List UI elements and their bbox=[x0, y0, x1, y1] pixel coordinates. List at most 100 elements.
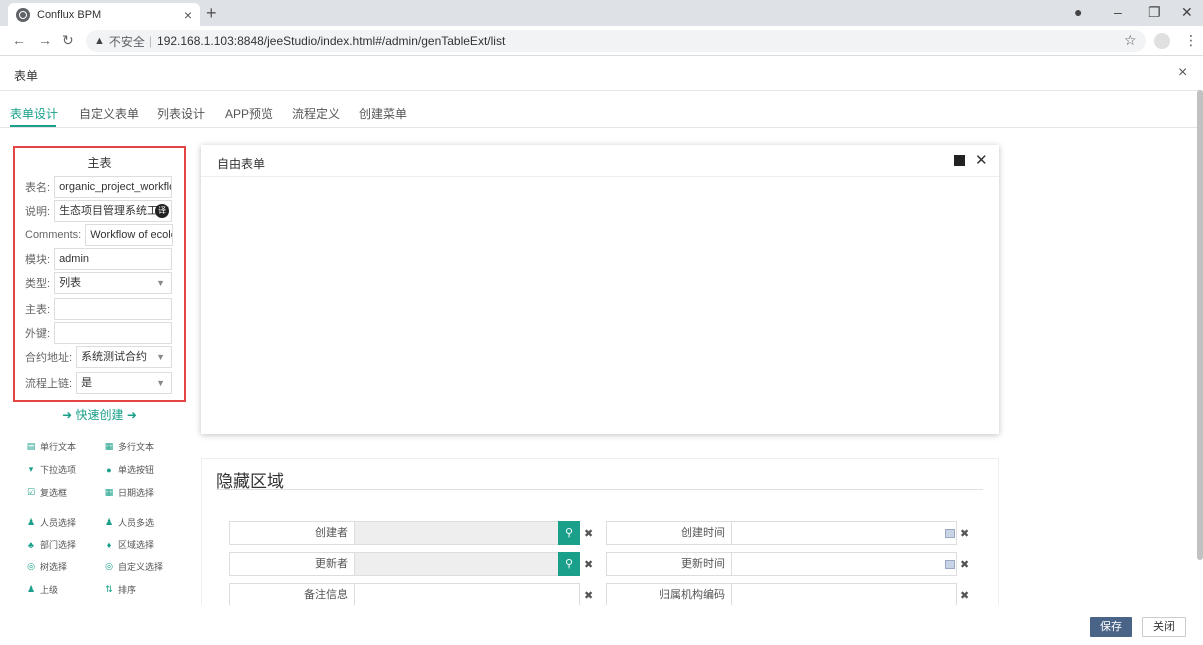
updater-search-icon[interactable]: ⚲ bbox=[558, 552, 580, 576]
widget-users-multi[interactable]: ♟ 人员多选 bbox=[104, 516, 154, 529]
widget-tree-select[interactable]: ◎ 树选择 bbox=[26, 560, 67, 573]
tab-custom-form[interactable]: 自定义表单 bbox=[79, 105, 139, 122]
module-row: 模块: admin bbox=[25, 248, 173, 270]
widget-parent[interactable]: ♟ 上级 bbox=[26, 583, 58, 596]
comments-row: Comments: Workflow of ecolog bbox=[25, 224, 174, 246]
widget-single-line-text[interactable]: ▤ 单行文本 bbox=[26, 440, 76, 453]
comments-input[interactable]: Workflow of ecolog bbox=[85, 224, 174, 246]
contract-address-value: 系统测试合约 bbox=[81, 351, 148, 363]
remarks-clear-icon[interactable]: ✖ bbox=[584, 589, 593, 602]
dialog-close-icon[interactable]: × bbox=[1178, 64, 1187, 82]
foreign-key-row: 外键: bbox=[25, 322, 173, 344]
users-icon: ♟ bbox=[104, 517, 114, 527]
widget-custom-select[interactable]: ◎ 自定义选择 bbox=[104, 560, 163, 573]
new-tab-icon[interactable]: + bbox=[206, 3, 217, 24]
description-row: 说明: 生态项目管理系统工作 译 bbox=[25, 200, 173, 222]
type-row: 类型: 列表 ▼ bbox=[25, 272, 173, 294]
extension-icon[interactable]: ● bbox=[1074, 4, 1082, 20]
browser-menu-icon[interactable]: ⋮ bbox=[1184, 32, 1198, 49]
type-select[interactable]: 列表 ▼ bbox=[54, 272, 173, 294]
url-field[interactable]: ▲ 不安全 | 192.168.1.103:8848/jeeStudio/ind… bbox=[86, 30, 1146, 52]
widget-department[interactable]: ♣ 部门选择 bbox=[26, 538, 76, 551]
description-input[interactable]: 生态项目管理系统工作 译 bbox=[54, 200, 173, 222]
master-table-input[interactable] bbox=[54, 298, 173, 320]
chain-process-select[interactable]: 是 ▼ bbox=[76, 372, 173, 394]
tab-form-design[interactable]: 表单设计 bbox=[10, 105, 58, 122]
update-time-clear-icon[interactable]: ✖ bbox=[960, 558, 969, 571]
maximize-icon[interactable] bbox=[954, 155, 965, 166]
single-line-text-icon: ▤ bbox=[26, 441, 36, 451]
widget-checkbox[interactable]: ☑ 复选框 bbox=[26, 486, 67, 499]
arrow-right-icon: ➜ bbox=[62, 408, 73, 422]
profile-avatar-icon[interactable] bbox=[1154, 33, 1170, 49]
create-time-clear-icon[interactable]: ✖ bbox=[960, 527, 969, 540]
restore-icon[interactable]: ❐ bbox=[1148, 4, 1161, 21]
widget-date[interactable]: ▦ 日期选择 bbox=[104, 486, 154, 499]
widget-multi-line-text[interactable]: ▦ 多行文本 bbox=[104, 440, 154, 453]
tab-app-preview[interactable]: APP预览 bbox=[225, 105, 273, 122]
create-time-input[interactable] bbox=[732, 521, 957, 545]
scrollbar[interactable] bbox=[1197, 90, 1203, 560]
close-button[interactable]: 关闭 bbox=[1142, 617, 1186, 637]
reload-icon[interactable]: ↻ bbox=[62, 32, 74, 49]
comments-label: Comments: bbox=[25, 229, 82, 241]
widget-label: 自定义选择 bbox=[118, 562, 164, 572]
contract-address-row: 合约地址: 系统测试合约 ▼ bbox=[25, 346, 173, 368]
save-button[interactable]: 保存 bbox=[1090, 617, 1132, 637]
contract-address-select[interactable]: 系统测试合约 ▼ bbox=[76, 346, 173, 368]
widget-label: 复选框 bbox=[40, 488, 68, 498]
chain-process-label: 流程上链: bbox=[25, 378, 73, 390]
remarks-label: 备注信息 bbox=[229, 583, 355, 607]
window-close-icon[interactable]: ✕ bbox=[1181, 4, 1193, 21]
translate-icon[interactable]: 译 bbox=[155, 204, 170, 218]
org-code-input[interactable] bbox=[732, 583, 957, 607]
chain-process-row: 流程上链: 是 ▼ bbox=[25, 372, 173, 394]
creator-input[interactable] bbox=[355, 521, 559, 545]
calendar-icon[interactable] bbox=[945, 529, 955, 538]
quick-create-label: 快速创建 bbox=[75, 408, 124, 422]
chevron-down-icon: ▼ bbox=[156, 352, 166, 362]
widget-sort[interactable]: ⇅ 排序 bbox=[104, 583, 136, 596]
arrow-right-icon: ➜ bbox=[126, 408, 137, 422]
widget-user-select[interactable]: ♟ 人员选择 bbox=[26, 516, 76, 529]
user-icon: ♟ bbox=[26, 517, 36, 527]
tab-list-design[interactable]: 列表设计 bbox=[157, 105, 205, 122]
close-tab-icon[interactable]: × bbox=[184, 7, 192, 23]
insecure-label: 不安全 bbox=[108, 34, 145, 49]
tab-create-menu[interactable]: 创建菜单 bbox=[359, 105, 407, 122]
free-form-close-icon[interactable]: ✕ bbox=[975, 151, 988, 169]
update-time-input[interactable] bbox=[732, 552, 957, 576]
widget-area[interactable]: ♦ 区域选择 bbox=[104, 538, 154, 551]
widget-radio[interactable]: ● 单选按钮 bbox=[104, 463, 154, 476]
forward-arrow-icon[interactable]: → bbox=[38, 32, 52, 48]
updater-input[interactable] bbox=[355, 552, 559, 576]
foreign-key-label: 外键: bbox=[25, 328, 51, 340]
browser-tab[interactable]: Conflux BPM × bbox=[8, 3, 200, 26]
back-arrow-icon[interactable]: ← bbox=[12, 32, 26, 48]
remarks-input[interactable] bbox=[355, 583, 580, 607]
widget-label: 上级 bbox=[40, 585, 59, 595]
module-input[interactable]: admin bbox=[54, 248, 173, 270]
chevron-down-icon: ▼ bbox=[156, 278, 166, 288]
creator-search-icon[interactable]: ⚲ bbox=[558, 521, 580, 545]
creator-clear-icon[interactable]: ✖ bbox=[584, 527, 593, 540]
calendar-icon[interactable] bbox=[945, 560, 955, 569]
master-table-row: 主表: bbox=[25, 298, 173, 320]
address-bar: ← → ↻ ▲ 不安全 | 192.168.1.103:8848/jeeStud… bbox=[0, 26, 1203, 56]
widget-dropdown[interactable]: ▾ 下拉选项 bbox=[26, 463, 76, 476]
updater-clear-icon[interactable]: ✖ bbox=[584, 558, 593, 571]
widget-label: 日期选择 bbox=[118, 488, 155, 498]
free-form-panel: 自由表单 ✕ bbox=[201, 145, 999, 434]
widget-label: 人员选择 bbox=[40, 518, 77, 528]
free-form-header: 自由表单 ✕ bbox=[201, 145, 999, 177]
tab-process-definition[interactable]: 流程定义 bbox=[292, 105, 340, 122]
widget-label: 人员多选 bbox=[118, 518, 155, 528]
minimize-icon[interactable]: – bbox=[1114, 4, 1122, 20]
quick-create-button[interactable]: ➜ 快速创建 ➜ bbox=[13, 406, 186, 423]
foreign-key-input[interactable] bbox=[54, 322, 173, 344]
table-name-input[interactable]: organic_project_workflow bbox=[54, 176, 173, 198]
bookmark-star-icon[interactable]: ☆ bbox=[1124, 32, 1137, 49]
org-code-clear-icon[interactable]: ✖ bbox=[960, 589, 969, 602]
active-tab-indicator bbox=[10, 125, 56, 127]
update-time-label: 更新时间 bbox=[606, 552, 732, 576]
